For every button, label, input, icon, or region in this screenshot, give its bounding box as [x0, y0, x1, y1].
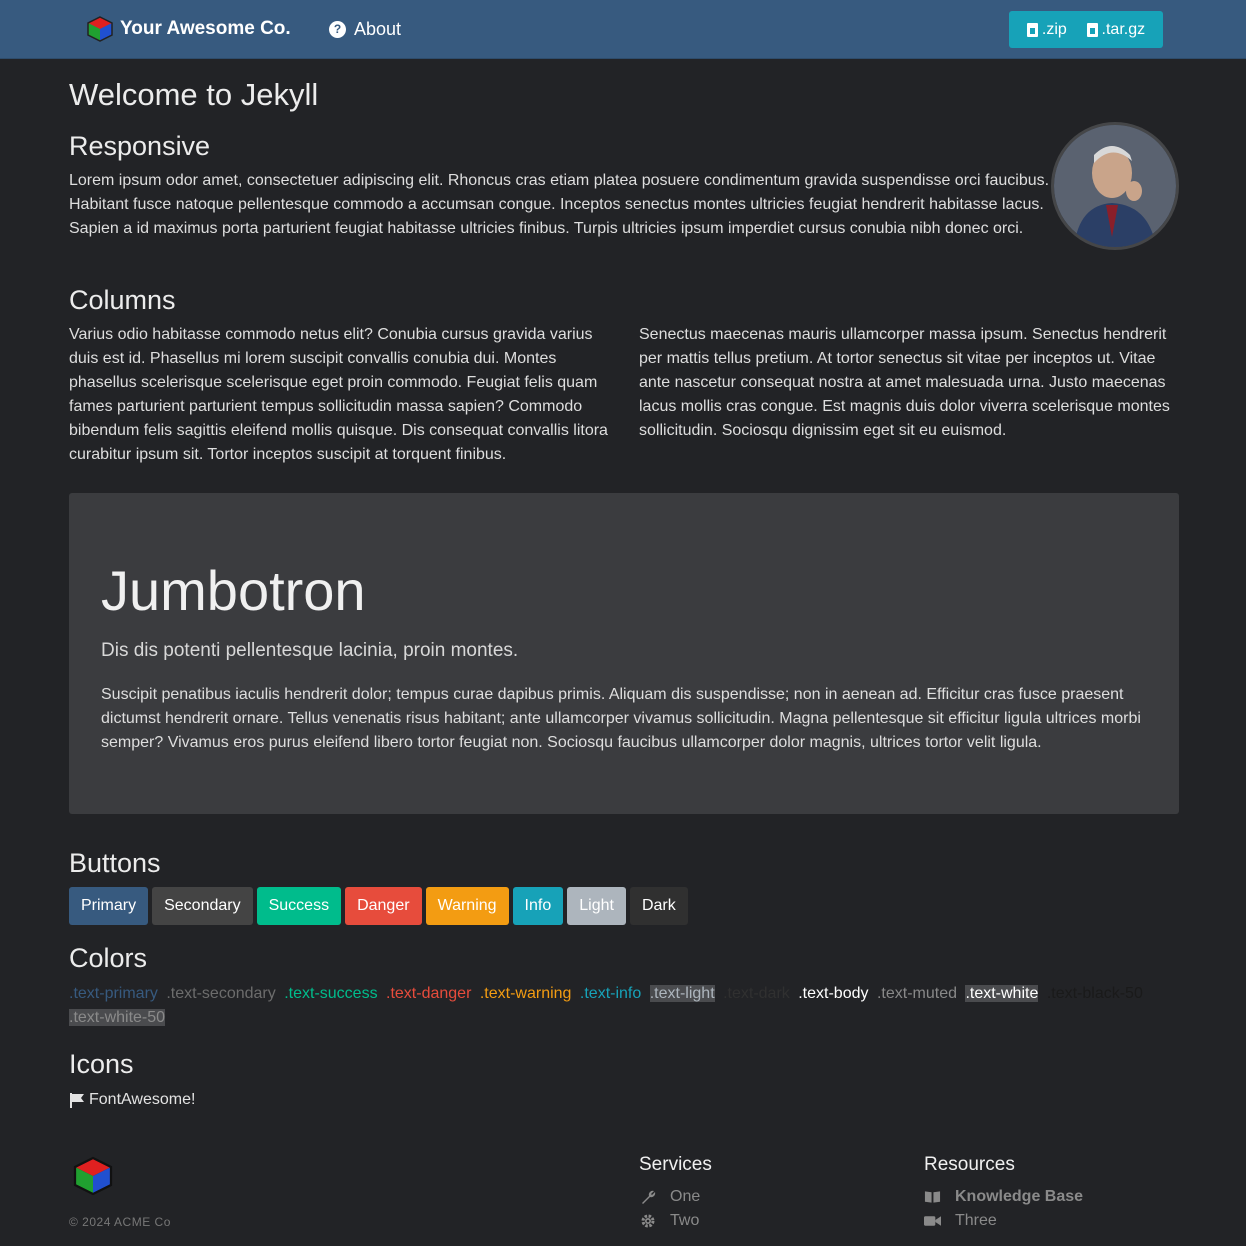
- services-label-one: One: [670, 1188, 701, 1205]
- color-sample-text-black-50: .text-black-50: [1046, 985, 1143, 1003]
- file-download-icon: [1026, 22, 1038, 37]
- download-targz-button[interactable]: .tar.gz: [1086, 18, 1146, 42]
- brand-name: Your Awesome Co.: [120, 18, 291, 39]
- color-sample-text-light: .text-light: [649, 985, 715, 1003]
- colors-section: Colors .text-primary .text-secondary .te…: [69, 942, 1179, 1030]
- resources-link-three[interactable]: Three: [924, 1209, 1083, 1233]
- brand-link[interactable]: Your Awesome Co.: [86, 15, 291, 43]
- icons-section: Icons FontAwesome!: [69, 1048, 1179, 1112]
- download-zip-button[interactable]: .zip: [1026, 18, 1067, 42]
- footer-logo[interactable]: [72, 1155, 114, 1205]
- footer-resources: Resources Knowledge Base Three: [924, 1153, 1083, 1233]
- cube-logo-icon: [87, 16, 113, 42]
- button-row: Primary Secondary Success Danger Warning Info…: [69, 887, 1179, 926]
- color-sample-text-dark: .text-dark: [723, 985, 790, 1003]
- color-samples: .text-primary .text-secondary .text-succ…: [69, 982, 1169, 1030]
- color-sample-text-primary: .text-primary: [69, 985, 158, 1003]
- cube-logo-icon: [73, 1156, 113, 1196]
- services-link-two[interactable]: Two: [639, 1209, 712, 1233]
- responsive-heading: Responsive: [69, 131, 211, 161]
- colors-heading: Colors: [69, 943, 148, 973]
- responsive-section: Responsive Lorem ipsum odor amet, consec…: [69, 130, 1179, 241]
- page-title: Welcome to Jekyll: [69, 77, 319, 112]
- video-icon: [924, 1215, 941, 1227]
- resources-label-three: Three: [955, 1212, 997, 1229]
- color-sample-text-muted: .text-muted: [876, 985, 957, 1003]
- navbar: Your Awesome Co. ? About .zip .tar.gz: [0, 0, 1246, 59]
- nav-about-link[interactable]: ? About: [329, 17, 401, 41]
- intro-section: Welcome to Jekyll: [69, 76, 1179, 113]
- services-heading: Services: [639, 1154, 712, 1175]
- color-sample-text-white: .text-white: [965, 985, 1039, 1003]
- icons-label: FontAwesome!: [89, 1091, 196, 1109]
- column-right-text: Senectus maecenas mauris ullamcorper mas…: [639, 326, 1170, 440]
- nav-about-label: About: [354, 19, 402, 39]
- file-download-icon: [1086, 22, 1098, 37]
- jumbotron-lead: Dis dis potenti pellentesque lacinia, pr…: [101, 640, 519, 661]
- color-sample-text-success: .text-success: [284, 985, 378, 1003]
- footer-services: Services One Two: [639, 1153, 712, 1233]
- button-primary[interactable]: Primary: [69, 887, 149, 926]
- columns-heading: Columns: [69, 285, 176, 315]
- download-button-group: .zip .tar.gz: [1009, 11, 1163, 48]
- column-left-text: Varius odio habitasse commodo netus elit…: [69, 326, 608, 464]
- download-targz-label: .tar.gz: [1101, 20, 1146, 38]
- buttons-section: Buttons Primary Secondary Success Danger War…: [69, 847, 1179, 926]
- button-light[interactable]: Light: [567, 887, 626, 926]
- color-sample-text-secondary: .text-secondary: [166, 985, 276, 1003]
- copyright: © 2024 ACME Co: [69, 1215, 171, 1229]
- button-danger[interactable]: Danger: [345, 887, 422, 926]
- jumbotron: Jumbotron Dis dis potenti pellentesque l…: [69, 493, 1179, 814]
- color-sample-text-warning: .text-warning: [479, 985, 572, 1003]
- flag-icon: [70, 1093, 84, 1109]
- button-dark[interactable]: Dark: [629, 887, 688, 926]
- color-sample-text-body: .text-body: [798, 985, 869, 1003]
- color-sample-text-info: .text-info: [579, 985, 642, 1003]
- responsive-text: Lorem ipsum odor amet, consectetuer adip…: [69, 172, 1050, 238]
- button-info[interactable]: Info: [512, 887, 564, 926]
- button-warning[interactable]: Warning: [425, 887, 509, 926]
- jumbotron-text: Suscipit penatibus iaculis hendrerit dol…: [101, 686, 1141, 751]
- jumbotron-title: Jumbotron: [101, 559, 366, 622]
- gear-icon: [639, 1213, 656, 1229]
- question-circle-icon: ?: [329, 20, 346, 38]
- download-zip-label: .zip: [1041, 20, 1067, 38]
- resources-label-knowledge-base: Knowledge Base: [955, 1188, 1084, 1205]
- book-icon: [924, 1190, 941, 1204]
- resources-heading: Resources: [924, 1154, 1015, 1175]
- columns-section: Columns Varius odio habitasse commodo ne…: [69, 284, 1179, 467]
- buttons-heading: Buttons: [69, 848, 161, 878]
- services-label-two: Two: [670, 1212, 700, 1229]
- button-secondary[interactable]: Secondary: [152, 887, 253, 926]
- resources-link-knowledge-base[interactable]: Knowledge Base: [924, 1185, 1083, 1209]
- color-sample-text-danger: .text-danger: [386, 985, 472, 1003]
- avatar: [1051, 122, 1179, 250]
- color-sample-text-white-50: .text-white-50: [69, 1009, 166, 1027]
- button-success[interactable]: Success: [256, 887, 342, 926]
- icons-heading: Icons: [69, 1049, 134, 1079]
- portrait-image: [1054, 125, 1176, 247]
- wrench-icon: [639, 1189, 656, 1205]
- services-link-one[interactable]: One: [639, 1185, 712, 1209]
